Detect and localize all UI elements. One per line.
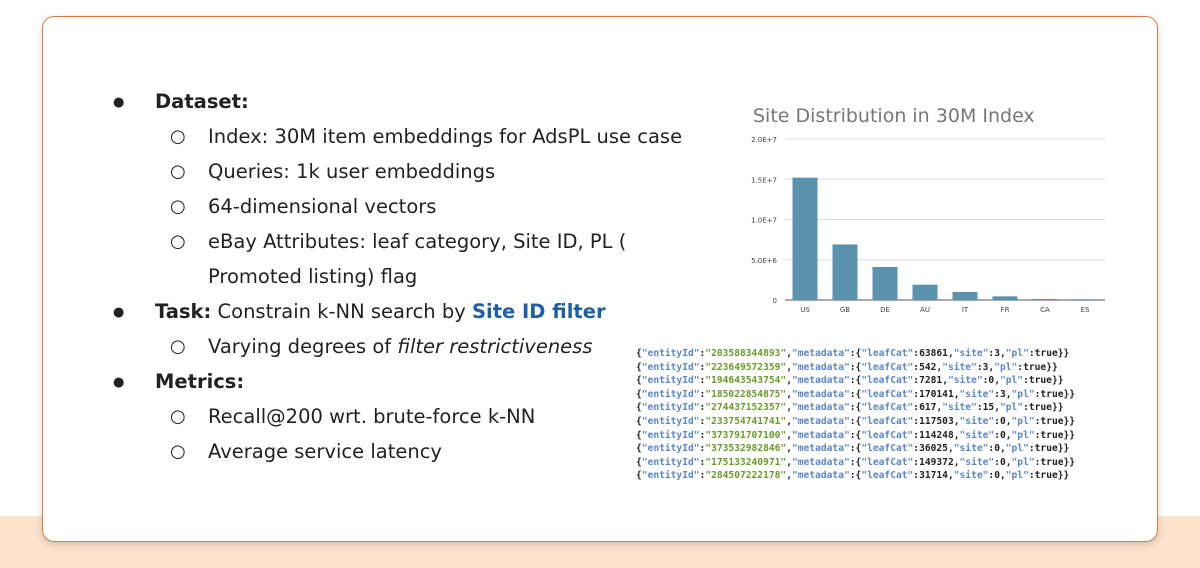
bar-it [952,291,978,300]
bullet-text: Average service latency [208,440,442,463]
chart-title: Site Distribution in 30M Index [753,105,1035,127]
json-record: {"entityId":"284507222178","metadata":{"… [636,470,1070,482]
bullet-text: Queries: 1k user embeddings [208,160,496,183]
bullet-marker: ○ [170,126,186,147]
x-tick-label: FR [1001,306,1010,314]
x-tick-label: ES [1081,306,1090,314]
bullet-marker: ○ [170,231,186,252]
bullet-text: Metrics: [155,370,245,393]
json-record: {"entityId":"185022854875","metadata":{"… [636,388,1076,400]
bullet-item: Average service latency [208,440,442,464]
bar-gb [832,244,858,300]
json-record: {"entityId":"373791707100","metadata":{"… [636,429,1076,441]
bullet-text: Constrain k-NN search by [211,300,472,323]
bullet-marker: ● [113,95,125,110]
bullet-item: eBay Attributes: leaf category, Site ID,… [208,230,626,254]
bar-ca [1032,299,1058,300]
bar-au [912,284,938,300]
y-tick-label: 1.0E+7 [751,217,777,225]
x-tick-label: GB [840,306,850,314]
bullet-item: Metrics: [155,370,244,394]
bullet-marker: ○ [170,196,186,217]
y-tick-label: 1.5E+7 [751,176,777,184]
bullet-text: Task: [155,300,212,323]
bullet-marker: ● [113,305,125,320]
x-tick-label: US [800,306,810,314]
json-record: {"entityId":"175133240971","metadata":{"… [636,456,1076,468]
bar-chart: 0 5.0E+6 1.0E+7 1.5E+7 2.0E+7 US GB DE AU IT FR CA E… [751,136,1105,314]
json-record: {"entityId":"194643543754","metadata":{"… [636,375,1064,387]
json-record: {"entityId":"233754741741","metadata":{"… [636,415,1076,427]
bar-fr [992,296,1018,300]
bullet-marker: ○ [170,161,186,182]
bullet-item: Queries: 1k user embeddings [208,160,495,184]
bullet-text: Index: 30M item embeddings for AdsPL use… [208,125,683,148]
bullet-item: Task: Constrain k-NN search by Site ID f… [155,300,606,324]
bullet-text: Recall@200 wrt. brute-force k-NN [208,405,536,428]
bullet-text: Varying degrees of [208,335,398,358]
bullet-item: Dataset: [155,90,249,114]
bullet-text: filter restrictiveness [397,335,593,358]
bullet-item: Index: 30M item embeddings for AdsPL use… [208,125,682,149]
x-tick-label: DE [880,306,890,314]
y-tick-label: 2.0E+7 [751,136,777,144]
json-record: {"entityId":"274437152357","metadata":{"… [636,402,1064,414]
bullet-text: Dataset: [155,90,249,113]
bar-de [872,266,898,300]
y-tick-label: 0 [773,297,777,305]
bullet-text: eBay Attributes: leaf category, Site ID,… [208,230,627,253]
json-records: {"entityId":"203588344893","metadata":{"… [636,347,1075,483]
bullet-marker: ● [113,375,125,390]
json-record: {"entityId":"223649572359","metadata":{"… [636,361,1058,373]
x-tick-label: IT [962,306,969,314]
bullet-text: Promoted listing) flag [208,265,418,288]
bullet-text: 64-dimensional vectors [208,195,437,218]
bullet-item: 64-dimensional vectors [208,195,436,219]
bullet-marker: ○ [170,336,186,357]
bullet-marker: ○ [170,441,186,462]
bar-us [792,177,818,300]
bullet-marker: ○ [170,406,186,427]
json-record: {"entityId":"203588344893","metadata":{"… [636,348,1070,359]
y-tick-label: 5.0E+6 [751,257,777,265]
bar-es [1072,299,1098,300]
bullet-item: Recall@200 wrt. brute-force k-NN [208,405,535,429]
bullet-item: Varying degrees of filter restrictivenes… [208,335,593,359]
x-tick-label: AU [920,306,930,314]
bullet-text: Site ID filter [471,300,606,323]
json-record: {"entityId":"373532982846","metadata":{"… [636,443,1070,455]
x-tick-label: CA [1040,306,1050,314]
bullet-item: Promoted listing) flag [208,265,417,289]
